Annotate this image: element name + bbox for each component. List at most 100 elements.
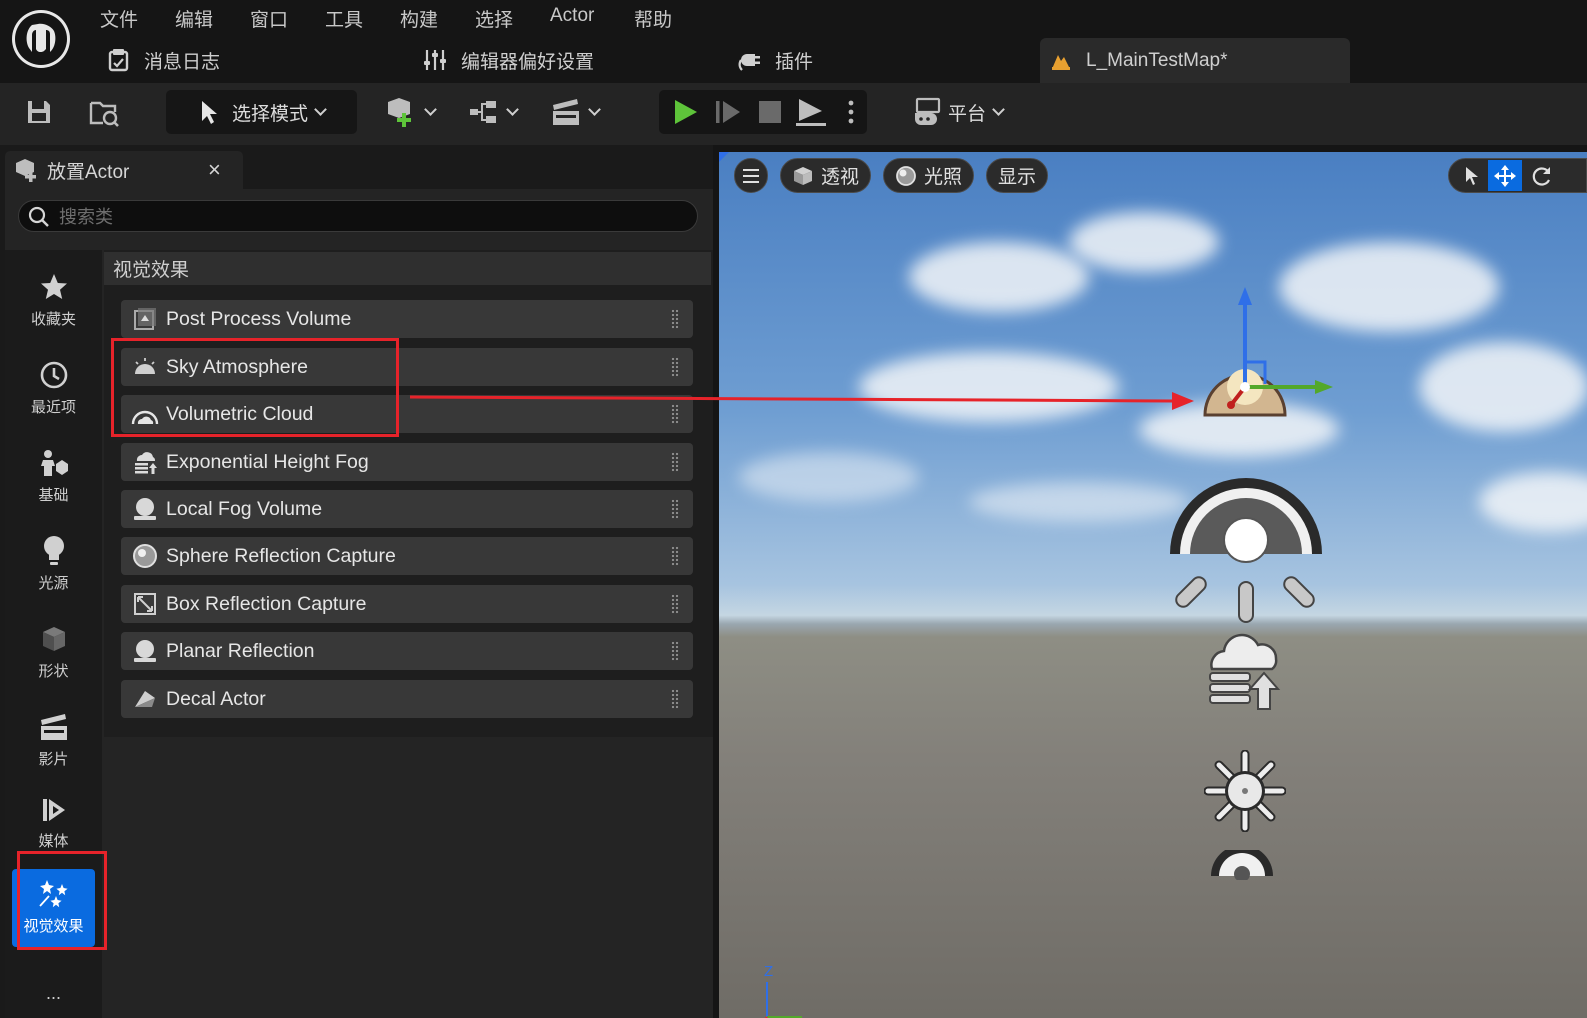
close-tab-button[interactable]: × xyxy=(208,157,221,183)
decal-actor-icon xyxy=(135,691,155,707)
drag-handle-icon[interactable] xyxy=(671,689,679,709)
height-fog-actor[interactable] xyxy=(1204,627,1284,717)
tab-plugins-label: 插件 xyxy=(775,51,814,73)
category-label: 媒体 xyxy=(38,833,69,850)
category-basic[interactable]: 基础 xyxy=(5,446,102,526)
actor-item-label: Planar Reflection xyxy=(166,639,315,662)
perspective-button[interactable]: 透视 xyxy=(780,158,871,193)
menu-file[interactable]: 文件 xyxy=(100,5,138,32)
sky-cloud xyxy=(1069,212,1219,272)
tab-editor-preferences[interactable]: 编辑器偏好设置 xyxy=(423,40,594,80)
actor-item-local-fog-volume[interactable]: Local Fog Volume xyxy=(121,490,693,528)
drag-handle-icon[interactable] xyxy=(671,452,679,472)
select-mode-dropdown[interactable]: 选择模式 xyxy=(166,90,357,134)
directional-light-actor[interactable] xyxy=(1204,750,1286,832)
actor-item-box-reflection-capture[interactable]: Box Reflection Capture xyxy=(121,585,693,623)
clock-icon xyxy=(40,361,67,389)
category-recent[interactable]: 最近项 xyxy=(5,358,102,438)
level-map-icon xyxy=(1052,54,1070,70)
sphere-reflection-icon xyxy=(133,544,157,568)
category-cinematic[interactable]: 影片 xyxy=(5,710,102,790)
sky-cloud xyxy=(969,482,1189,522)
tab-message-log[interactable]: 消息日志 xyxy=(108,40,220,80)
menu-help[interactable]: 帮助 xyxy=(634,5,672,32)
level-viewport[interactable]: Z xyxy=(719,152,1587,1018)
actor-item-sphere-reflection-capture[interactable]: Sphere Reflection Capture xyxy=(121,537,693,575)
category-label: 影片 xyxy=(38,751,69,768)
stop-button[interactable] xyxy=(755,97,785,127)
platform-icon xyxy=(915,97,941,125)
sky-cloud xyxy=(1419,342,1587,432)
play-icon xyxy=(675,100,697,124)
menu-select[interactable]: 选择 xyxy=(475,5,513,32)
drag-handle-icon[interactable] xyxy=(671,594,679,614)
volumetric-cloud-actor[interactable] xyxy=(1164,462,1329,627)
tab-level-map[interactable]: L_MainTestMap* xyxy=(1040,38,1350,83)
content-browser-button[interactable] xyxy=(86,95,122,129)
sky-cloud xyxy=(1479,472,1587,532)
planar-reflection-icon xyxy=(134,640,156,662)
save-button[interactable] xyxy=(22,95,56,129)
more-categories-button[interactable]: ... xyxy=(5,983,102,1004)
actor-item-label: Local Fog Volume xyxy=(166,497,323,520)
search-input[interactable] xyxy=(57,203,681,231)
drag-handle-icon[interactable] xyxy=(671,641,679,661)
tab-editor-preferences-label: 编辑器偏好设置 xyxy=(461,51,595,73)
menu-build[interactable]: 构建 xyxy=(400,5,438,32)
actor-item-label: Sphere Reflection Capture xyxy=(166,544,396,567)
lit-mode-button[interactable]: 光照 xyxy=(883,158,974,193)
advance-frame-button[interactable] xyxy=(713,97,743,127)
menu-tools[interactable]: 工具 xyxy=(325,5,363,32)
viewport-focus-corner xyxy=(719,152,729,162)
show-button[interactable]: 显示 xyxy=(986,158,1048,193)
transform-tools xyxy=(1448,158,1587,193)
blueprint-dropdown[interactable] xyxy=(463,95,521,129)
actor-item-decal-actor[interactable]: Decal Actor xyxy=(121,680,693,718)
cinematics-dropdown[interactable] xyxy=(545,95,603,129)
drag-handle-icon[interactable] xyxy=(671,309,679,329)
platforms-dropdown[interactable]: 平台 xyxy=(912,95,1005,129)
place-actor-icon xyxy=(16,159,36,182)
select-tool-button[interactable] xyxy=(1457,161,1487,191)
category-shapes[interactable]: 形状 xyxy=(5,622,102,702)
chevron-down-icon xyxy=(587,103,601,116)
move-arrows-icon xyxy=(1494,164,1516,187)
star-icon xyxy=(40,274,67,299)
stop-icon xyxy=(759,101,781,123)
viewport-menu-button[interactable] xyxy=(734,158,768,193)
rotate-tool-button[interactable] xyxy=(1527,161,1557,191)
drag-handle-icon[interactable] xyxy=(671,357,679,377)
search-icon xyxy=(28,206,49,227)
unreal-logo-icon[interactable] xyxy=(10,8,72,70)
eject-button[interactable] xyxy=(794,97,828,127)
menu-actor[interactable]: Actor xyxy=(550,5,594,27)
actor-item-post-process-volume[interactable]: Post Process Volume xyxy=(121,300,693,338)
play-button[interactable] xyxy=(670,97,700,127)
place-actors-tab[interactable]: 放置Actor × xyxy=(5,151,243,189)
drag-handle-icon[interactable] xyxy=(671,546,679,566)
actor-item-exponential-height-fog[interactable]: Exponential Height Fog xyxy=(121,443,693,481)
category-lights[interactable]: 光源 xyxy=(5,534,102,614)
axis-z-label: Z xyxy=(764,963,774,980)
translate-tool-button[interactable] xyxy=(1488,160,1522,191)
rotate-icon xyxy=(1532,167,1550,186)
sky-cloud xyxy=(909,242,1089,312)
annotation-highlight-box xyxy=(111,338,399,437)
tab-plugins[interactable]: 插件 xyxy=(737,40,813,80)
post-process-volume-icon xyxy=(134,308,156,330)
play-options-button[interactable] xyxy=(845,98,857,126)
menu-edit[interactable]: 编辑 xyxy=(175,5,213,32)
select-mode-label: 选择模式 xyxy=(231,103,308,125)
folder-search-icon xyxy=(89,101,119,127)
category-favorites[interactable]: 收藏夹 xyxy=(5,270,102,350)
add-actor-dropdown[interactable] xyxy=(380,95,438,129)
plug-icon xyxy=(738,54,760,71)
sky-light-actor[interactable] xyxy=(1207,850,1277,880)
actor-item-planar-reflection[interactable]: Planar Reflection xyxy=(121,632,693,670)
blueprint-icon xyxy=(469,101,496,123)
search-box[interactable] xyxy=(18,200,698,232)
media-icon xyxy=(42,799,65,821)
sky-atmosphere-actor[interactable] xyxy=(1189,287,1349,422)
menu-window[interactable]: 窗口 xyxy=(250,5,288,32)
drag-handle-icon[interactable] xyxy=(671,499,679,519)
